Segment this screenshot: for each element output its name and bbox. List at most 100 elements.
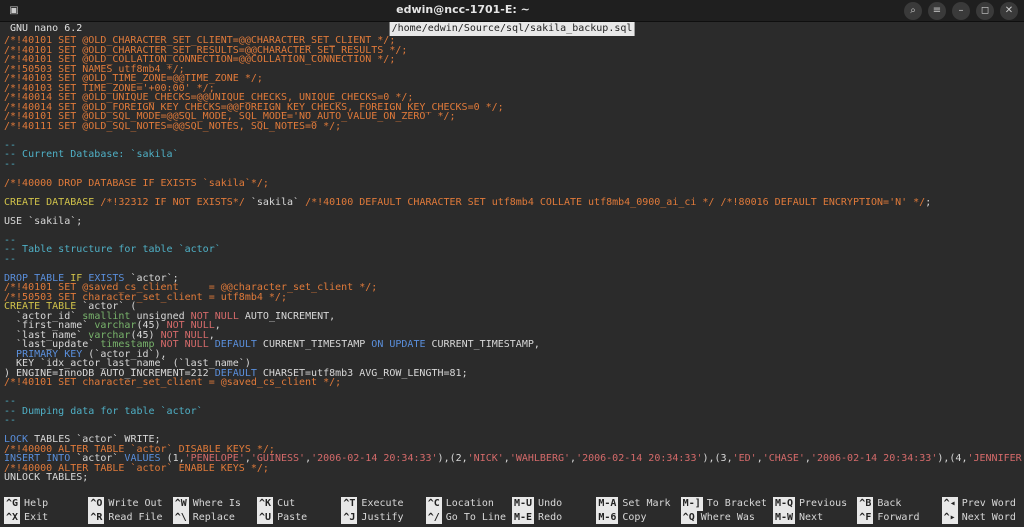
shortcut-item: M-6Copy	[596, 511, 674, 525]
shortcut-item: ^◂ Prev Word	[942, 497, 1020, 511]
shortcut-key: ^C	[426, 497, 442, 511]
shortcut-key: ^R	[88, 511, 104, 525]
shortcut-label: Previous	[799, 497, 847, 511]
editor-line: --	[4, 416, 1020, 426]
editor-line: UNLOCK TABLES;	[4, 473, 1020, 483]
shortcut-label: Prev Word	[962, 497, 1016, 511]
editor-line: USE `sakila`;	[4, 217, 1020, 227]
shortcut-label: Undo	[538, 497, 562, 511]
editor-line	[4, 388, 1020, 398]
close-icon[interactable]: ✕	[1000, 2, 1018, 20]
editor-line: /*!40000 DROP DATABASE IF EXISTS `sakila…	[4, 179, 1020, 189]
shortcut-key: ^J	[341, 511, 357, 525]
shortcut-label: Exit	[24, 511, 48, 525]
shortcut-item: ^O Write Out	[88, 497, 166, 511]
shortcut-key: ^O	[88, 497, 104, 511]
editor-line	[4, 131, 1020, 141]
shortcut-item: ^Q Where Was	[681, 511, 767, 525]
editor-line	[4, 226, 1020, 236]
shortcut-item: M-] To Bracket	[681, 497, 767, 511]
shortcut-item: ^K Cut	[257, 497, 335, 511]
shortcut-label: Write Out	[108, 497, 162, 511]
editor-line: /*!40101 SET character_set_client = @sav…	[4, 378, 1020, 388]
shortcut-item: ^W Where Is	[173, 497, 251, 511]
shortcut-label: Where Is	[193, 497, 241, 511]
shortcut-key: ^U	[257, 511, 273, 525]
editor-line: -- Current Database: `sakila`	[4, 150, 1020, 160]
shortcut-label: Forward	[877, 511, 919, 525]
terminal-icon: ▣	[6, 3, 22, 19]
shortcut-label: Where Was	[701, 511, 755, 525]
shortcut-item: M-W Next	[773, 511, 851, 525]
shortcut-label: Paste	[277, 511, 307, 525]
editor-viewport[interactable]: /*!40101 SET @OLD_CHARACTER_SET_CLIENT=@…	[0, 36, 1024, 496]
window-title: edwin@ncc-1701-E: ~	[22, 3, 904, 18]
shortcut-key: ^▸	[942, 511, 958, 525]
editor-line: /*!40111 SET @OLD_SQL_NOTES=@@SQL_NOTES,…	[4, 122, 1020, 132]
shortcut-label: Go To Line	[446, 511, 506, 525]
shortcut-label: Help	[24, 497, 48, 511]
shortcut-label: Cut	[277, 497, 295, 511]
editor-line: -- Dumping data for table `actor`	[4, 407, 1020, 417]
shortcut-item: ^J Justify	[341, 511, 419, 525]
editor-line: -- Table structure for table `actor`	[4, 245, 1020, 255]
shortcut-key: ^/	[426, 511, 442, 525]
shortcut-item: M-E Redo	[512, 511, 590, 525]
shortcut-label: Read File	[108, 511, 162, 525]
minimize-icon[interactable]: –	[952, 2, 970, 20]
shortcut-label: To Bracket	[707, 497, 767, 511]
shortcut-label: Replace	[193, 511, 235, 525]
editor-line: CREATE DATABASE /*!32312 IF NOT EXISTS*/…	[4, 198, 1020, 208]
shortcut-key: ^F	[857, 511, 873, 525]
editor-line: --	[4, 255, 1020, 265]
nano-file-path: /home/edwin/Source/sql/sakila_backup.sql	[390, 22, 635, 36]
shortcut-label: Justify	[361, 511, 403, 525]
shortcut-key: M-E	[512, 511, 534, 525]
shortcut-key: M-A	[596, 497, 618, 511]
shortcut-item: ^/ Go To Line	[426, 511, 506, 525]
maximize-icon[interactable]: ◻	[976, 2, 994, 20]
shortcut-key: M-Q	[773, 497, 795, 511]
shortcut-item: ^C Location	[426, 497, 506, 511]
shortcut-item: ^\ Replace	[173, 511, 251, 525]
shortcut-key: ^T	[341, 497, 357, 511]
window-titlebar: ▣ edwin@ncc-1701-E: ~ ⌕ ≡ – ◻ ✕	[0, 0, 1024, 22]
editor-line: /*!40000 ALTER TABLE `actor` ENABLE KEYS…	[4, 464, 1020, 474]
shortcut-key: ^◂	[942, 497, 958, 511]
nano-status-bar: GNU nano 6.2 /home/edwin/Source/sql/saki…	[0, 22, 1024, 36]
editor-line: /*!50503 SET character_set_client = utf8…	[4, 293, 1020, 303]
shortcut-key: M-W	[773, 511, 795, 525]
shortcut-label: Execute	[361, 497, 403, 511]
shortcut-key: ^K	[257, 497, 273, 511]
shortcut-key: M-]	[681, 497, 703, 511]
editor-line: --	[4, 160, 1020, 170]
shortcut-key: ^\	[173, 511, 189, 525]
shortcut-key: ^W	[173, 497, 189, 511]
shortcut-label: Next	[799, 511, 823, 525]
shortcut-label: Copy	[622, 511, 646, 525]
shortcut-label: Redo	[538, 511, 562, 525]
shortcut-key: ^B	[857, 497, 873, 511]
shortcut-key: ^Q	[681, 511, 697, 525]
shortcut-key: M-U	[512, 497, 534, 511]
editor-line	[4, 207, 1020, 217]
shortcut-item: ^B Back	[857, 497, 935, 511]
shortcut-item: ^T Execute	[341, 497, 419, 511]
shortcut-key: ^X	[4, 511, 20, 525]
search-icon[interactable]: ⌕	[904, 2, 922, 20]
shortcut-label: Set Mark	[622, 497, 670, 511]
shortcut-label: Location	[446, 497, 494, 511]
shortcut-item: ^R Read File	[88, 511, 166, 525]
menu-icon[interactable]: ≡	[928, 2, 946, 20]
shortcut-item: ^F Forward	[857, 511, 935, 525]
shortcut-label: Next Word	[962, 511, 1016, 525]
shortcut-item: M-Q Previous	[773, 497, 851, 511]
shortcut-item: M-U Undo	[512, 497, 590, 511]
nano-shortcut-bar: ^GHelp^OWrite Out^WWhere Is^KCut^TExecut…	[0, 495, 1024, 527]
shortcut-item: ^U Paste	[257, 511, 335, 525]
shortcut-item: ^▸ Next Word	[942, 511, 1020, 525]
shortcut-item: M-A Set Mark	[596, 497, 674, 511]
nano-version: GNU nano 6.2	[4, 22, 88, 36]
shortcut-item: ^X Exit	[4, 511, 82, 525]
shortcut-label: Back	[877, 497, 901, 511]
